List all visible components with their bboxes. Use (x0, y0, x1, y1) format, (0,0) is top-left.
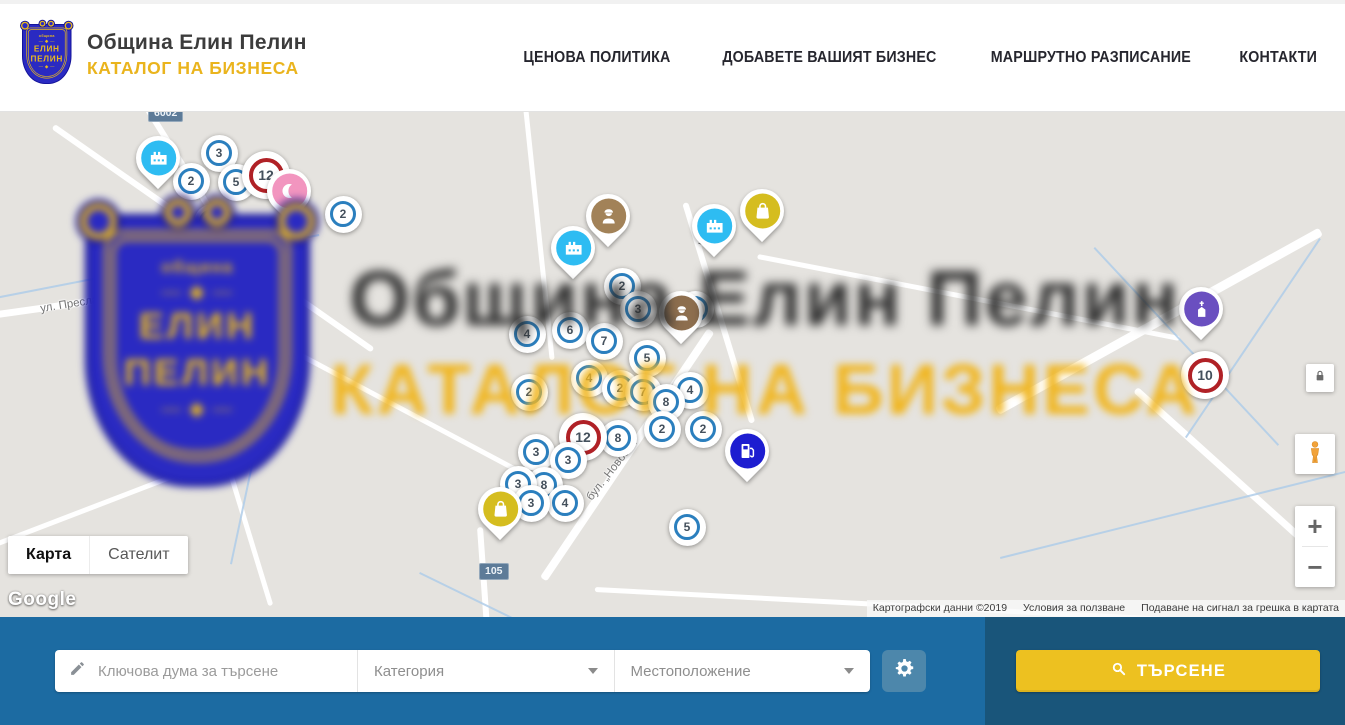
main-nav: ЦЕНОВА ПОЛИТИКА ДОБАВЕТЕ ВАШИЯТ БИЗНЕС М… (517, 4, 1320, 112)
road-line (298, 352, 530, 478)
page: община ЕЛИН ПЕЛИН Община Елин Пелин КАТА… (0, 0, 1345, 725)
bag-pin[interactable] (740, 189, 784, 233)
emblem-top-text: община (39, 34, 55, 38)
search-button[interactable]: ТЪРСЕНЕ (1016, 650, 1320, 692)
bag-pin[interactable] (478, 487, 522, 531)
factory-pin[interactable] (551, 226, 595, 270)
cluster-marker[interactable]: 10 (1181, 351, 1229, 399)
site-title: Община Елин Пелин (87, 31, 307, 55)
attribution-copyright: Картографски данни ©2019 (873, 602, 1007, 614)
nav-contacts[interactable]: КОНТАКТИ (1239, 49, 1317, 67)
map-type-control: Карта Сателит (8, 536, 188, 574)
road-line (0, 445, 249, 546)
zoom-control: + − (1295, 506, 1335, 587)
chevron-down-icon (588, 668, 598, 674)
cluster-marker[interactable]: 5 (669, 509, 706, 546)
cluster-marker[interactable]: 4 (509, 316, 546, 353)
road-line (0, 276, 248, 319)
road-line (995, 228, 1323, 415)
watermark-line1: Община Елин Пелин (315, 258, 1215, 340)
street-view-pegman[interactable] (1295, 434, 1335, 474)
gear-icon (894, 658, 915, 684)
map-watermark: Община Елин Пелин КАТАЛОГ НА БИЗНЕСА (315, 258, 1215, 431)
attribution-terms-link[interactable]: Условия за ползване (1023, 602, 1125, 614)
road-line (220, 447, 273, 606)
municipality-emblem-icon: община ЕЛИН ПЕЛИН (22, 24, 74, 88)
cluster-marker[interactable]: 6 (552, 312, 589, 349)
emblem-name-line1: ЕЛИН (34, 44, 60, 53)
category-select-label: Категория (374, 663, 444, 680)
factory-pin[interactable] (692, 204, 736, 248)
attribution-report-link[interactable]: Подаване на сигнал за грешка в картата (1141, 602, 1339, 614)
cluster-marker[interactable]: 7 (586, 323, 623, 360)
map-type-satellite-button[interactable]: Сателит (89, 536, 187, 574)
google-logo[interactable]: Google (8, 589, 76, 611)
map-type-map-button[interactable]: Карта (8, 536, 89, 574)
site-subtitle: КАТАЛОГ НА БИЗНЕСА (87, 58, 307, 79)
nav-route-schedule[interactable]: МАРШРУТНО РАЗПИСАНИЕ (991, 49, 1191, 67)
search-button-label: ТЪРСЕНЕ (1137, 662, 1226, 681)
cluster-marker[interactable]: 3 (518, 434, 555, 471)
pencil-icon (69, 660, 86, 682)
road-line (757, 254, 1180, 341)
cluster-marker[interactable]: 2 (325, 196, 362, 233)
factory-pin[interactable] (136, 136, 180, 180)
road-shield: 6002 (148, 112, 183, 122)
cluster-marker[interactable]: 4 (547, 485, 584, 522)
cluster-marker[interactable]: 2 (644, 411, 681, 448)
road-label: ул. Преслав (39, 293, 105, 315)
road-line (1133, 387, 1309, 546)
keyword-input[interactable] (96, 662, 341, 681)
cluster-marker[interactable]: 2 (685, 411, 722, 448)
location-select[interactable]: Местоположение (615, 650, 871, 692)
category-select[interactable]: Категория (358, 650, 614, 692)
emblem-ornament (39, 39, 55, 43)
keyword-field (55, 650, 357, 692)
search-icon (1110, 660, 1127, 682)
nav-add-your-business[interactable]: ДОБАВЕТЕ ВАШИЯТ БИЗНЕС (722, 49, 936, 67)
lock-button[interactable] (1306, 364, 1334, 392)
road-shield: 105 (479, 563, 509, 580)
site-header: община ЕЛИН ПЕЛИН Община Елин Пелин КАТА… (0, 0, 1345, 112)
search-panel: Категория Местоположение ТЪРСЕНЕ (0, 617, 1345, 725)
cluster-marker[interactable]: 3 (620, 291, 657, 328)
cluster-marker[interactable]: 2 (511, 374, 548, 411)
zoom-out-button[interactable]: − (1295, 547, 1335, 587)
nav-pricing-policy[interactable]: ЦЕНОВА ПОЛИТИКА (523, 49, 670, 67)
chevron-down-icon (844, 668, 854, 674)
emblem-name-line2: ПЕЛИН (31, 54, 63, 63)
pegman-icon (1302, 439, 1328, 470)
site-logo[interactable]: община ЕЛИН ПЕЛИН Община Елин Пелин КАТА… (22, 24, 307, 88)
moon-pin[interactable] (267, 169, 311, 213)
church-pin[interactable] (1179, 287, 1223, 331)
worker-pin[interactable] (659, 291, 703, 335)
waterway-line (1000, 470, 1345, 559)
watermark-emblem: община ЕЛИН ПЕЛИН (85, 214, 312, 489)
fuel-pin[interactable] (725, 429, 769, 473)
location-select-label: Местоположение (631, 663, 751, 680)
advanced-search-button[interactable] (882, 650, 926, 692)
map-canvas[interactable]: ул. Преславбул. „Новоселции6002105 32512… (0, 112, 1345, 617)
zoom-in-button[interactable]: + (1295, 506, 1335, 546)
emblem-ornament (39, 65, 55, 69)
cluster-marker[interactable]: 3 (194, 204, 231, 241)
cluster-marker[interactable]: 5 (629, 340, 666, 377)
map-attribution: Картографски данни ©2019 Условия за полз… (867, 600, 1345, 617)
padlock-icon (1312, 368, 1328, 389)
search-bar: Категория Местоположение (55, 650, 870, 692)
